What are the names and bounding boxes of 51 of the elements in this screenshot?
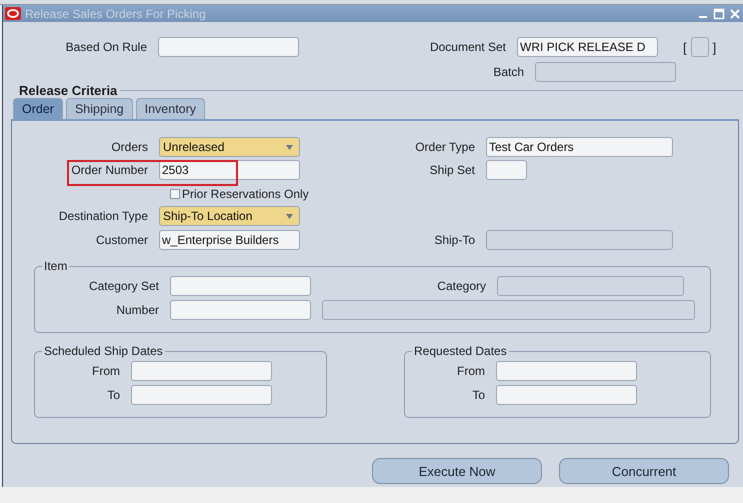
dropdown-arrow-icon: [286, 214, 293, 218]
logo-icon: [5, 7, 21, 20]
bracket-text: ]: [712, 40, 716, 54]
action-button[interactable]: Concurrent: [559, 458, 729, 484]
dropdown-arrow-icon: [286, 144, 293, 150]
group-title: Scheduled Ship Dates: [43, 344, 164, 358]
text-field[interactable]: [496, 385, 637, 405]
text-field[interactable]: Test Car Orders: [486, 137, 673, 157]
field-label: Category: [436, 279, 487, 293]
text-field[interactable]: w_Enterprise Builders: [159, 230, 300, 250]
close-icon[interactable]: [729, 8, 741, 20]
field-label: Based On Rule: [64, 40, 148, 54]
field-label: Category Set: [88, 279, 160, 293]
maximize-icon[interactable]: [713, 8, 725, 20]
text-field[interactable]: [131, 385, 272, 405]
text-field[interactable]: WRI PICK RELEASE D: [517, 37, 658, 57]
field-label: From: [91, 364, 121, 378]
field-label: Orders: [110, 140, 149, 154]
text-field[interactable]: [170, 276, 311, 296]
text-field[interactable]: [158, 37, 299, 57]
action-button[interactable]: Execute Now: [372, 458, 542, 484]
group-title: Item: [43, 259, 68, 273]
flexfield-box[interactable]: [690, 37, 709, 57]
field-label: Destination Type: [58, 209, 149, 223]
field-label: Document Set: [428, 40, 507, 54]
field-label: To: [106, 388, 121, 402]
field-label: Customer: [94, 233, 149, 247]
bracket-text: [: [683, 40, 687, 54]
text-field[interactable]: [496, 361, 637, 381]
field-label: Ship-To: [433, 233, 476, 247]
checkbox[interactable]: [170, 188, 180, 198]
field-label: Order Number: [70, 163, 149, 177]
dropdown-field[interactable]: Unreleased: [159, 137, 300, 157]
text-field[interactable]: [131, 361, 272, 381]
section-title: Release Criteria: [18, 82, 118, 98]
tab[interactable]: Shipping: [66, 98, 133, 119]
window-title: Release Sales Orders For Picking: [25, 6, 207, 20]
field-label: Number: [115, 303, 160, 317]
checkbox-label: Prior Reservations Only: [182, 186, 309, 200]
field-label: To: [471, 388, 486, 402]
dropdown-field[interactable]: Ship-To Location: [159, 206, 300, 226]
tab[interactable]: Inventory: [136, 98, 206, 119]
group-title: Requested Dates: [413, 344, 508, 358]
field-label: Batch: [492, 65, 525, 79]
field-label: Ship Set: [428, 163, 476, 177]
text-field[interactable]: [170, 300, 311, 320]
text-field[interactable]: [486, 160, 527, 180]
tab[interactable]: Order: [13, 98, 63, 119]
field-label: Order Type: [414, 140, 476, 154]
text-field[interactable]: 2503: [159, 160, 300, 180]
field-label: From: [456, 364, 486, 378]
